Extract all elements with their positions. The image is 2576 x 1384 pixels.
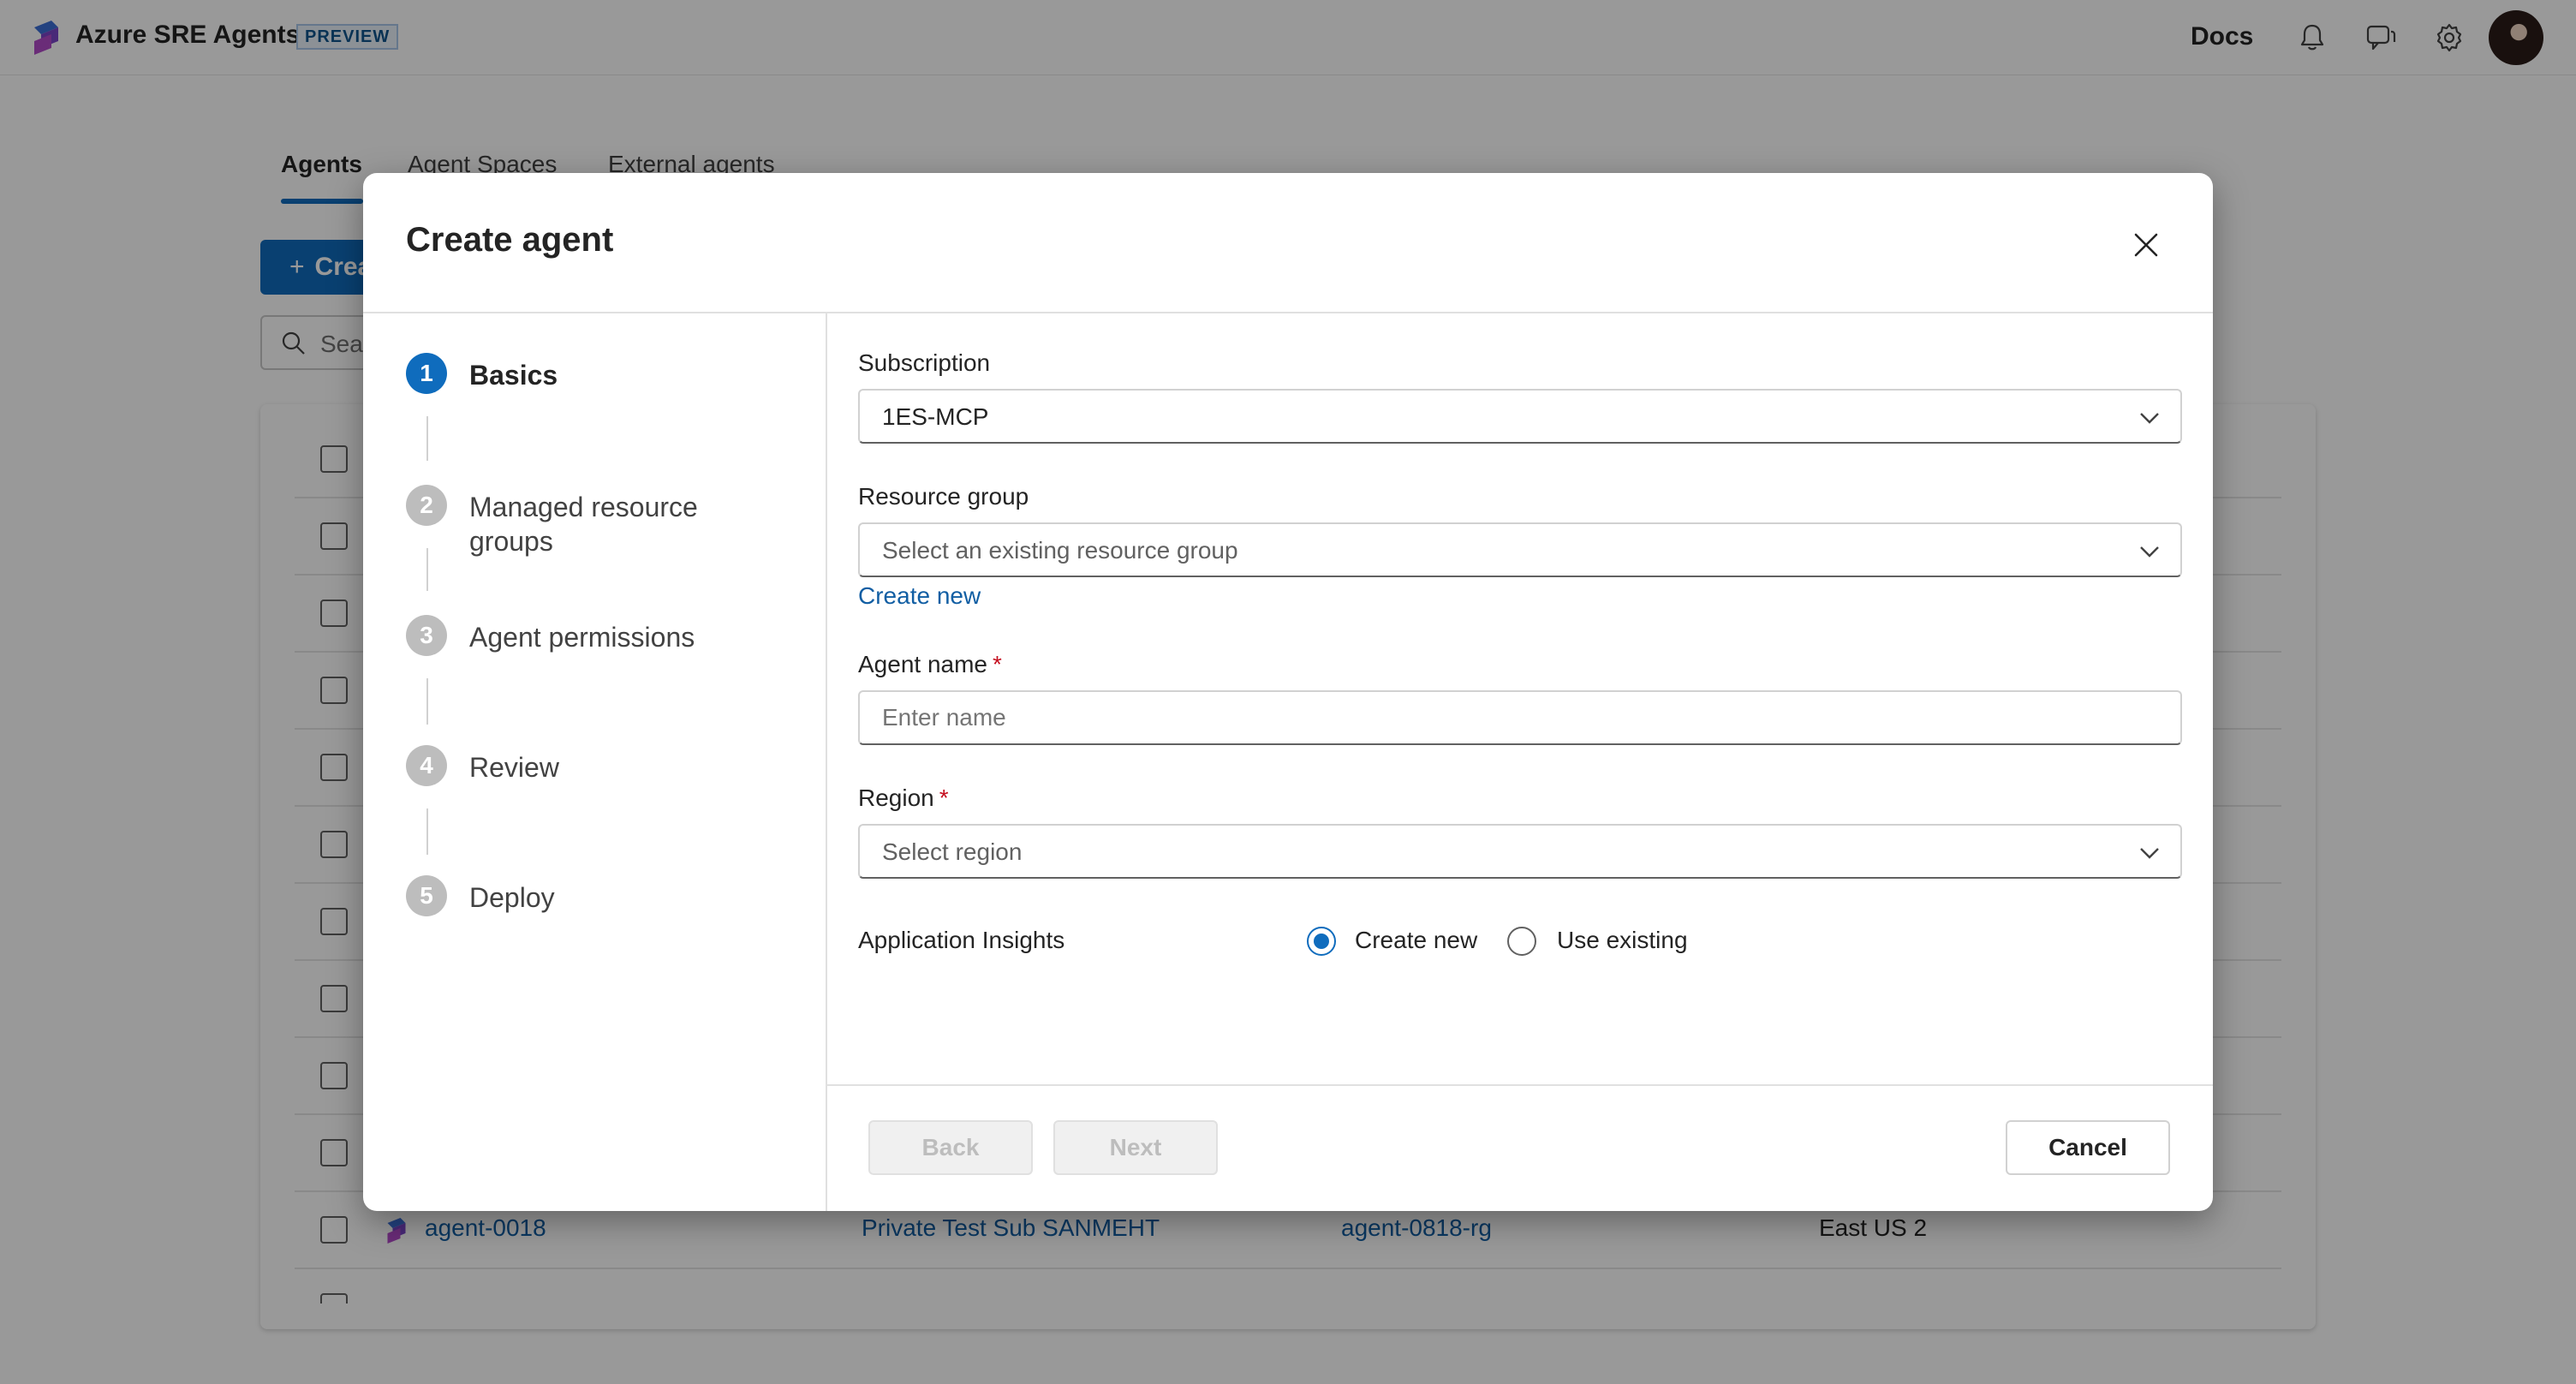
step-connector xyxy=(426,808,428,855)
required-mark: * xyxy=(993,651,1002,677)
header-divider xyxy=(363,312,2213,313)
create-agent-dialog: Create agent 1 Basics 2 Managed resource… xyxy=(363,173,2213,1211)
region-label: Region * xyxy=(858,784,949,812)
resource-group-placeholder: Select an existing resource group xyxy=(882,537,1238,564)
step-basics[interactable]: 1 Basics xyxy=(406,353,743,394)
step-label: Managed resource groups xyxy=(469,492,698,557)
required-mark: * xyxy=(939,784,949,811)
step-label: Review xyxy=(469,752,559,783)
region-dropdown[interactable]: Select region xyxy=(858,824,2182,879)
step-deploy[interactable]: 5 Deploy xyxy=(406,875,743,916)
step-label: Agent permissions xyxy=(469,622,695,653)
close-button[interactable] xyxy=(2122,221,2170,269)
step-managed-resource-groups[interactable]: 2 Managed resource groups xyxy=(406,485,743,558)
agent-name-label-text: Agent name xyxy=(858,651,987,677)
agent-name-label: Agent name * xyxy=(858,651,1002,678)
agent-name-input[interactable] xyxy=(858,690,2182,745)
create-new-radio-label[interactable]: Create new xyxy=(1355,927,1477,954)
close-icon xyxy=(2134,233,2158,257)
region-label-text: Region xyxy=(858,784,934,811)
dialog-title: Create agent xyxy=(406,221,614,259)
cancel-button[interactable]: Cancel xyxy=(2006,1120,2170,1175)
chevron-down-icon xyxy=(2140,546,2159,558)
subscription-value: 1ES-MCP xyxy=(882,403,989,430)
next-button[interactable]: Next xyxy=(1053,1120,1218,1175)
step-number: 4 xyxy=(406,745,447,786)
chevron-down-icon xyxy=(2140,413,2159,424)
footer-divider xyxy=(827,1084,2213,1086)
subscription-dropdown[interactable]: 1ES-MCP xyxy=(858,389,2182,444)
step-connector xyxy=(426,548,428,591)
use-existing-radio-label[interactable]: Use existing xyxy=(1557,927,1688,954)
create-new-resource-group-link[interactable]: Create new xyxy=(858,582,981,610)
step-number: 1 xyxy=(406,353,447,394)
region-placeholder: Select region xyxy=(882,838,1023,865)
app-insights-create-new-radio[interactable] xyxy=(1307,927,1336,956)
resource-group-label: Resource group xyxy=(858,483,1029,510)
step-connector xyxy=(426,416,428,461)
subscription-label: Subscription xyxy=(858,349,991,376)
app-insights-label: Application Insights xyxy=(858,927,1065,953)
step-number: 2 xyxy=(406,485,447,526)
app-insights-use-existing-radio[interactable] xyxy=(1507,927,1536,956)
step-number: 5 xyxy=(406,875,447,916)
step-number: 3 xyxy=(406,615,447,656)
step-label: Deploy xyxy=(469,882,555,913)
chevron-down-icon xyxy=(2140,848,2159,859)
step-agent-permissions[interactable]: 3 Agent permissions xyxy=(406,615,743,656)
step-review[interactable]: 4 Review xyxy=(406,745,743,786)
resource-group-dropdown[interactable]: Select an existing resource group xyxy=(858,522,2182,577)
step-label: Basics xyxy=(469,360,558,391)
back-button[interactable]: Back xyxy=(868,1120,1033,1175)
stepper-divider xyxy=(826,313,827,1211)
step-connector xyxy=(426,678,428,725)
